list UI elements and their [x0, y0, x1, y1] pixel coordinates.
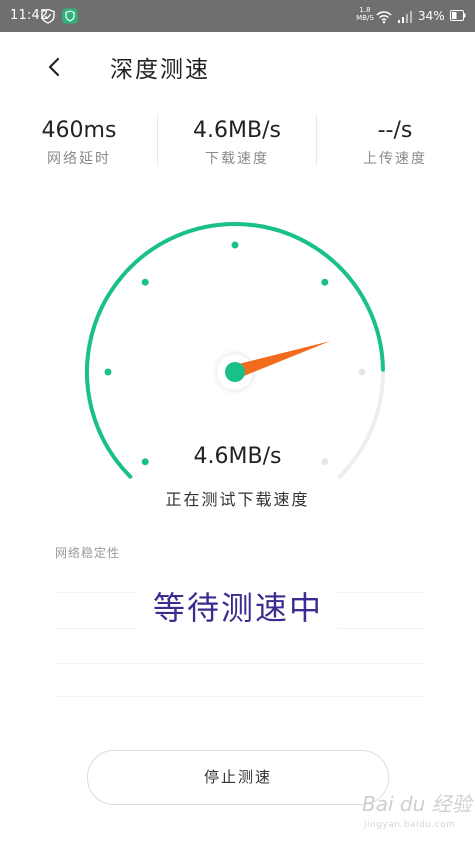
security-app-icon: [62, 8, 78, 24]
net-speed-indicator: 1.8 MB/S: [356, 6, 374, 22]
speed-gauge: 4.6MB/s 正在测试下载速度: [0, 190, 475, 520]
net-speed-value: 1.8: [359, 6, 371, 14]
latency-label: 网络延时: [47, 151, 111, 167]
wifi-icon: [376, 11, 392, 24]
download-label: 下载速度: [205, 151, 269, 167]
upload-value: --/s: [377, 118, 413, 143]
stability-grid-line: [55, 696, 423, 697]
gauge-speed-value: 4.6MB/s: [193, 444, 282, 469]
header: 深度测速: [0, 32, 475, 102]
gauge-tick: [321, 278, 329, 286]
chevron-left-icon[interactable]: [40, 52, 70, 82]
watermark-url: jingyan.baidu.com: [364, 820, 456, 830]
stop-test-button[interactable]: 停止测速: [87, 750, 389, 805]
shield-icon: [41, 8, 55, 24]
latency-value: 460ms: [41, 118, 117, 143]
gauge-tick: [141, 278, 149, 286]
page-title: 深度测速: [110, 57, 210, 83]
stats-row: 460ms 网络延时 4.6MB/s 下载速度 --/s 上传速度: [0, 108, 475, 178]
stability-grid-line: [55, 663, 423, 664]
latency-stat: 460ms 网络延时: [0, 108, 158, 168]
waiting-text: 等待测速中: [138, 584, 338, 632]
battery-percent: 34%: [418, 9, 445, 23]
watermark-brand: Bai du 经验: [362, 792, 472, 816]
upload-stat: --/s 上传速度: [316, 108, 474, 168]
signal-icon: [398, 11, 412, 23]
stability-title: 网络稳定性: [55, 546, 121, 560]
gauge-ticks: [104, 241, 366, 466]
download-stat: 4.6MB/s 下载速度: [158, 108, 316, 168]
net-speed-unit: MB/S: [356, 14, 374, 22]
stability-section: 网络稳定性 等待测速中: [0, 540, 475, 710]
battery-icon: [450, 10, 466, 21]
gauge-tick: [231, 241, 239, 249]
gauge-progress-arc: [85, 221, 385, 479]
gauge-track: [85, 222, 385, 479]
gauge-hub: [225, 362, 245, 382]
download-value: 4.6MB/s: [193, 118, 281, 143]
upload-label: 上传速度: [363, 151, 427, 167]
gauge-tick: [358, 368, 366, 376]
gauge-status-text: 正在测试下载速度: [165, 490, 310, 509]
gauge-tick: [104, 368, 112, 376]
status-bar: 11:42 1.8 MB/S 34%: [0, 0, 475, 32]
